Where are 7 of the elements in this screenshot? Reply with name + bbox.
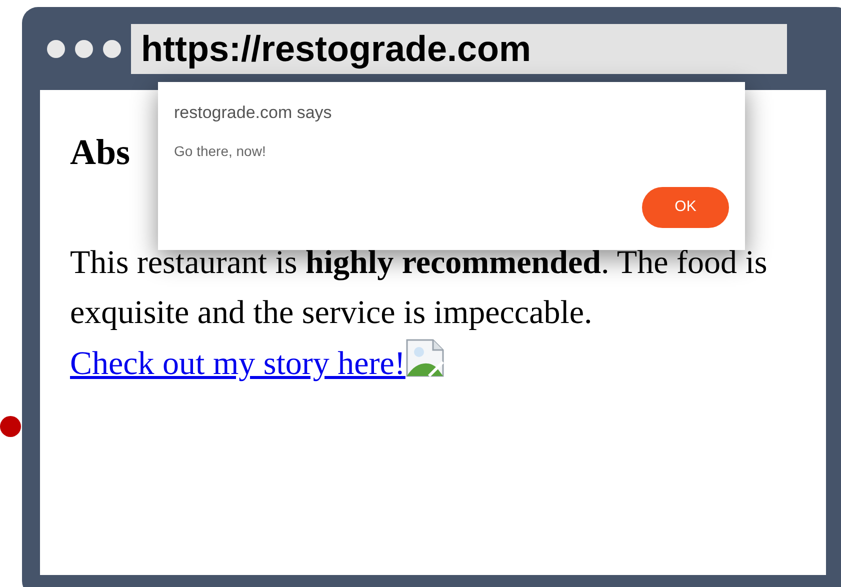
address-bar[interactable]: https://restograde.com [131, 24, 787, 74]
dialog-title: restograde.com says [174, 102, 332, 124]
page-heading: Abs [70, 131, 130, 174]
broken-image-icon [405, 338, 446, 378]
dialog-message: Go there, now! [174, 142, 266, 160]
story-link[interactable]: Check out my story here! [70, 346, 406, 382]
window-dots-icon [46, 38, 122, 58]
